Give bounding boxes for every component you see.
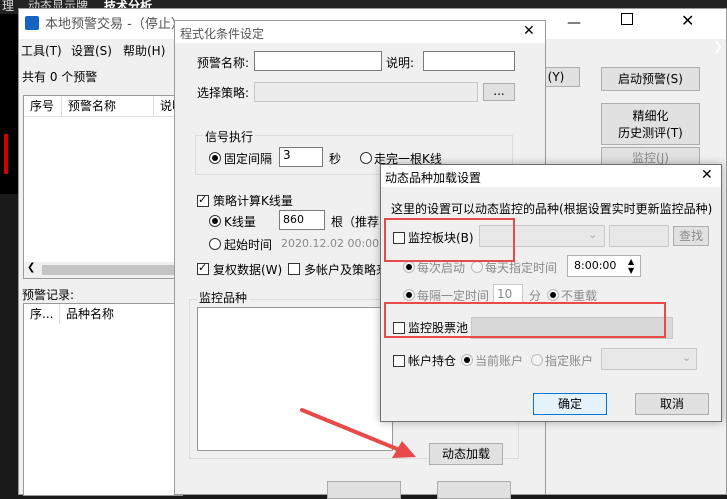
annotation-arrow — [300, 408, 416, 458]
arrow-shaft — [300, 408, 404, 453]
